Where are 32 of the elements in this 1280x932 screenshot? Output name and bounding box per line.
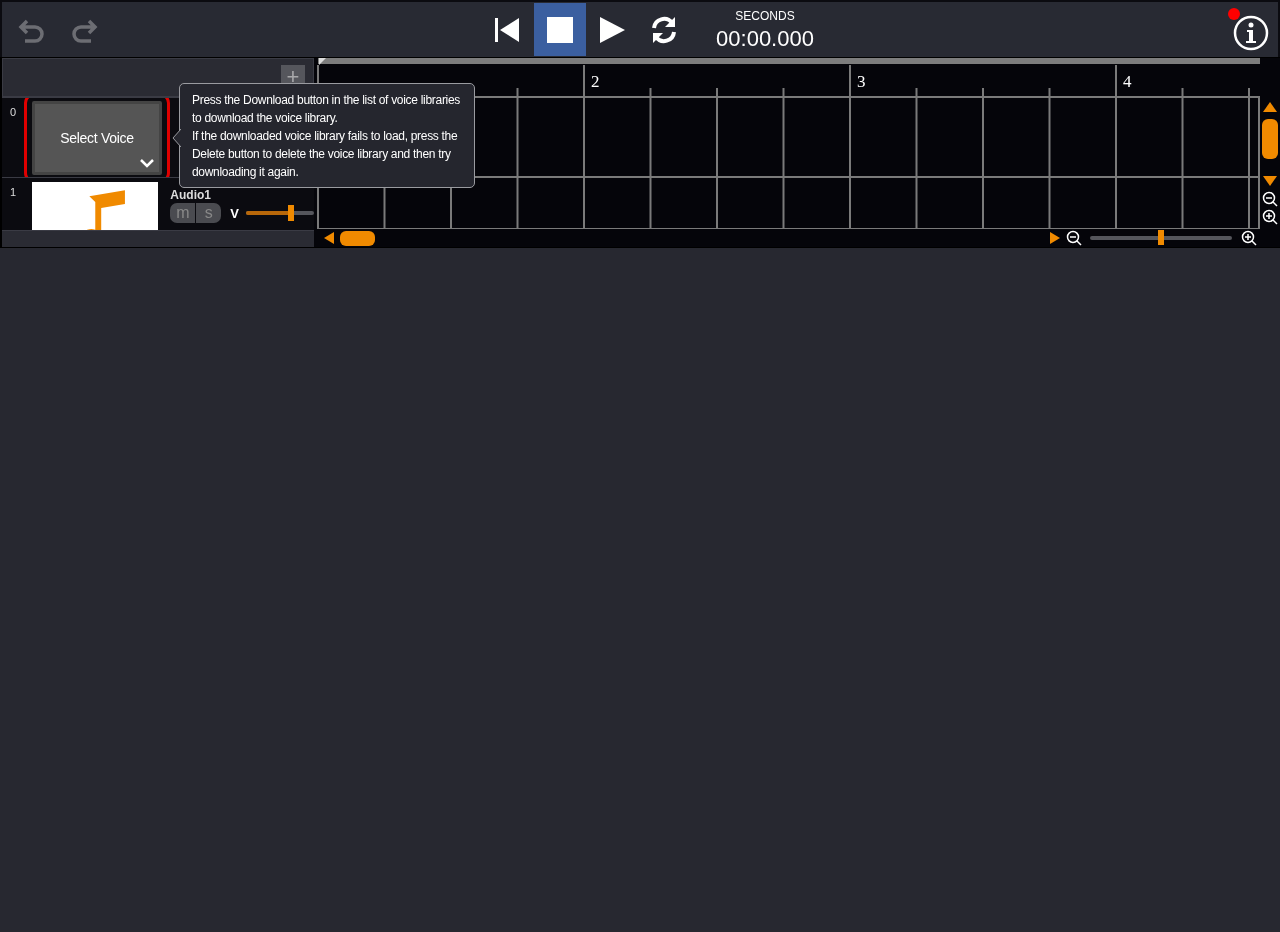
bar-number: 4 [1123,72,1132,91]
scroll-down-icon[interactable] [1263,176,1277,186]
vertical-scrollbar-thumb[interactable] [1262,119,1278,159]
bar-number: 2 [591,72,600,91]
stop-button[interactable] [534,3,586,56]
scroll-up-icon[interactable] [1263,102,1277,112]
info-icon [1233,15,1269,51]
slider-thumb[interactable] [1158,230,1164,245]
scroll-right-icon[interactable] [1050,232,1060,244]
info-button[interactable] [1232,14,1270,52]
solo-button[interactable]: s [196,203,222,223]
track-number: 0 [9,105,18,120]
zoom-in-icon[interactable] [1241,230,1257,246]
zoom-slider[interactable] [1090,229,1232,247]
mute-button[interactable]: m [170,203,196,223]
track-number: 1 [9,185,18,200]
track-name: Audio1 [170,188,212,202]
volume-label: V [230,205,239,221]
time-unit-label: SECONDS [735,9,795,23]
time-display: 00:00.000 [716,26,814,52]
scroll-left-icon[interactable] [324,232,334,244]
volume-slider[interactable] [246,205,314,221]
music-note-icon [31,182,159,230]
zoom-out-icon[interactable] [1066,230,1082,246]
zoom-in-icon[interactable] [1262,209,1278,225]
tooltip-text: If the downloaded voice library fails to load, press the Delete button to delete the voice library and then try downloading it again. [192,128,459,181]
slider-thumb[interactable] [287,205,294,221]
chevron-down-icon [139,158,155,168]
tooltip-text: Press the Download button in the list of voice libraries to download the voice library. [192,92,461,127]
horizontal-scrollbar-thumb[interactable] [340,231,375,246]
zoom-out-icon[interactable] [1262,191,1278,207]
bar-number: 3 [857,72,866,91]
